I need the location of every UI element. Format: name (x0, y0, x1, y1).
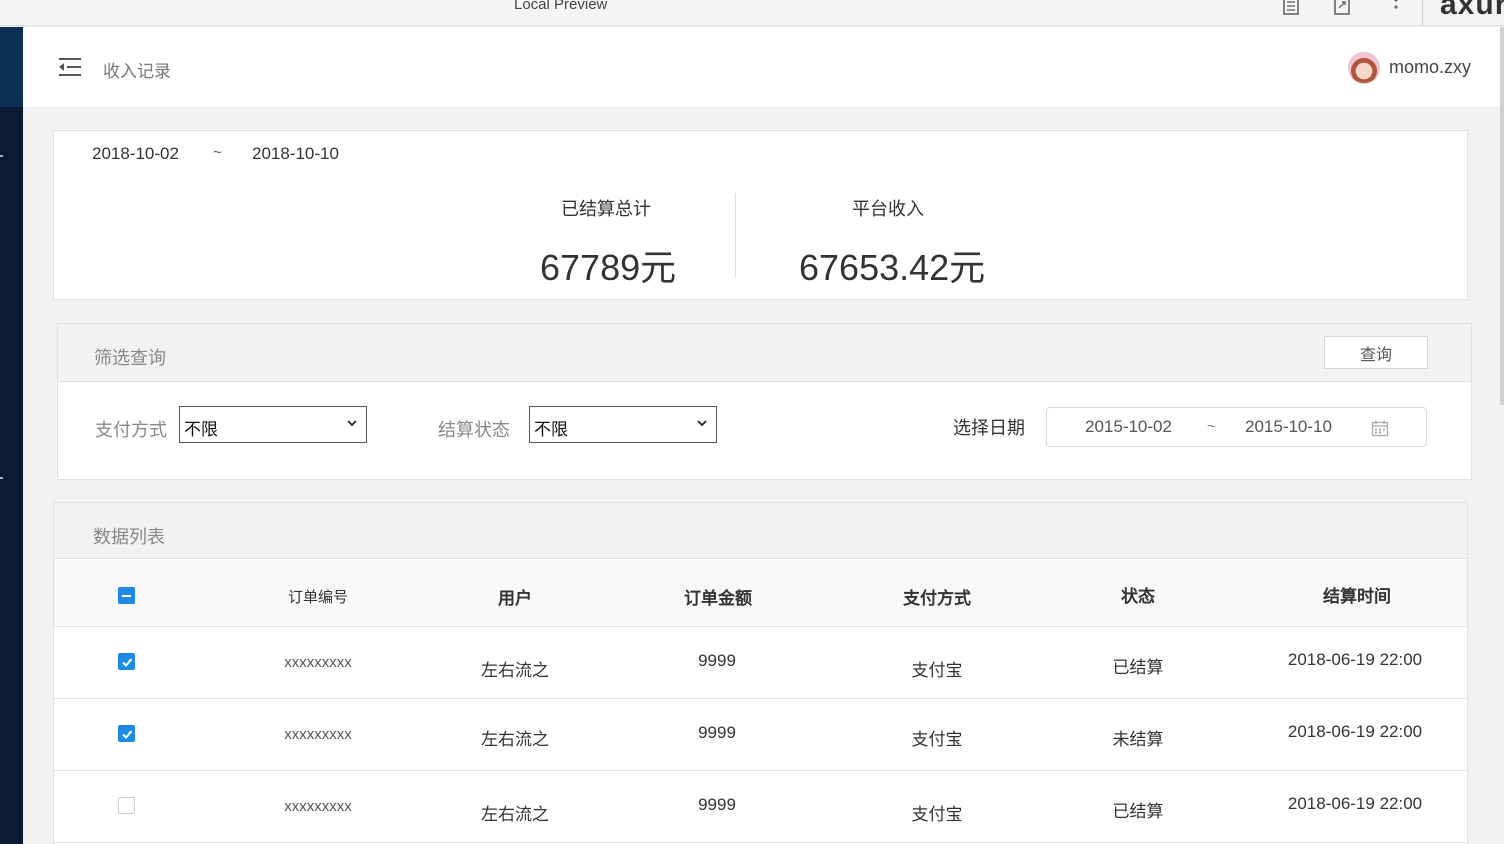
cell-settle-time: 2018-06-19 22:00 (1287, 794, 1423, 813)
table-row[interactable]: xxxxxxxxx 左右流之 9999 支付宝 未结算 2018-06-19 2… (54, 699, 1467, 771)
data-list-header: 数据列表 (54, 503, 1467, 559)
range-end-date: 2018-10-10 (252, 144, 339, 163)
check-icon (121, 657, 132, 667)
column-order-no: 订单编号 (287, 589, 349, 606)
cell-amount: 9999 (698, 723, 736, 742)
date-separator: ~ (1207, 418, 1216, 435)
settle-status-value: 不限 (534, 420, 568, 439)
sidebar-marker (0, 477, 3, 479)
platform-income-value: 67653.42元 (799, 247, 986, 288)
date-range-picker[interactable]: 2015-10-02 ~ 2015-10-10 (1046, 407, 1427, 447)
row-checkbox[interactable] (118, 653, 135, 670)
sidebar-top (0, 27, 23, 107)
settle-status-label: 结算状态 (438, 420, 510, 440)
document-icon[interactable] (1280, 0, 1302, 18)
calendar-icon[interactable] (1371, 420, 1389, 437)
column-settle-time: 结算时间 (1323, 587, 1391, 606)
payment-method-value: 不限 (184, 420, 218, 439)
cell-order-no: xxxxxxxxx (284, 654, 352, 671)
page-scrollbar[interactable] (1500, 27, 1504, 405)
payment-method-select[interactable]: 不限 (179, 406, 367, 443)
stat-divider (735, 193, 736, 277)
menu-collapse-icon[interactable] (57, 55, 83, 79)
sidebar (0, 27, 23, 844)
cell-order-no: xxxxxxxxx (284, 798, 352, 815)
check-icon (121, 729, 132, 739)
range-separator: ~ (213, 144, 222, 161)
data-list-title: 数据列表 (93, 527, 165, 547)
table-row[interactable]: xxxxxxxxx 左右流之 9999 支付宝 已结算 2018-06-19 2… (54, 771, 1467, 843)
cell-order-no: xxxxxxxxx (284, 726, 352, 743)
payment-method-label: 支付方式 (95, 420, 167, 440)
table-header: 订单编号 用户 订单金额 支付方式 状态 结算时间 (54, 560, 1467, 627)
chevron-down-icon (347, 420, 357, 427)
cell-status: 已结算 (1112, 802, 1164, 821)
cell-user: 左右流之 (481, 805, 549, 824)
filter-panel: 筛选查询 查询 支付方式 不限 结算状态 不限 选择日期 2015-10-02 … (57, 323, 1472, 480)
share-icon[interactable] (1331, 0, 1353, 18)
sidebar-marker (0, 155, 3, 157)
column-status: 状态 (1121, 587, 1155, 606)
cell-amount: 9999 (698, 651, 736, 670)
filter-header: 筛选查询 查询 (58, 324, 1471, 382)
settled-total-label: 已结算总计 (561, 199, 651, 219)
table-row[interactable]: xxxxxxxxx 左右流之 9999 支付宝 已结算 2018-06-19 2… (54, 627, 1467, 699)
more-icon[interactable] (1385, 0, 1407, 18)
cell-settle-time: 2018-06-19 22:00 (1287, 650, 1423, 669)
cell-user: 左右流之 (481, 730, 549, 749)
date-label: 选择日期 (953, 418, 1025, 438)
preview-bar: Local Preview axure (0, 0, 1504, 26)
summary-card: 2018-10-02 ~ 2018-10-10 已结算总计 67789元 平台收… (53, 130, 1468, 300)
row-checkbox[interactable] (118, 725, 135, 742)
cell-status: 未结算 (1112, 730, 1164, 749)
platform-income-label: 平台收入 (852, 199, 924, 219)
cell-status: 已结算 (1112, 658, 1164, 677)
cell-amount: 9999 (698, 795, 736, 814)
cell-payment: 支付宝 (911, 730, 963, 749)
cell-payment: 支付宝 (911, 805, 963, 824)
divider (1422, 0, 1423, 26)
date-end[interactable]: 2015-10-10 (1245, 417, 1332, 437)
chevron-down-icon (697, 420, 707, 427)
cell-settle-time: 2018-06-19 22:00 (1287, 722, 1423, 741)
page-title: 收入记录 (103, 62, 171, 81)
avatar[interactable] (1348, 52, 1380, 84)
column-payment: 支付方式 (903, 589, 971, 608)
header: 收入记录 momo.zxy (23, 27, 1504, 107)
row-checkbox[interactable] (118, 797, 135, 814)
date-start[interactable]: 2015-10-02 (1085, 417, 1172, 437)
brand-logo: axure (1440, 0, 1504, 21)
column-user: 用户 (498, 589, 532, 608)
username[interactable]: momo.zxy (1389, 57, 1471, 78)
cell-payment: 支付宝 (911, 661, 963, 680)
filter-title: 筛选查询 (94, 348, 166, 368)
preview-title: Local Preview (514, 0, 608, 13)
range-start-date: 2018-10-02 (92, 144, 179, 163)
settled-total-value: 67789元 (540, 247, 677, 288)
cell-user: 左右流之 (481, 661, 549, 680)
column-amount: 订单金额 (684, 589, 752, 608)
select-all-checkbox[interactable] (118, 587, 135, 604)
settle-status-select[interactable]: 不限 (529, 406, 717, 443)
query-button[interactable]: 查询 (1324, 336, 1428, 369)
data-list-panel: 数据列表 订单编号 用户 订单金额 支付方式 状态 结算时间 xxxxxxxxx… (53, 502, 1468, 844)
